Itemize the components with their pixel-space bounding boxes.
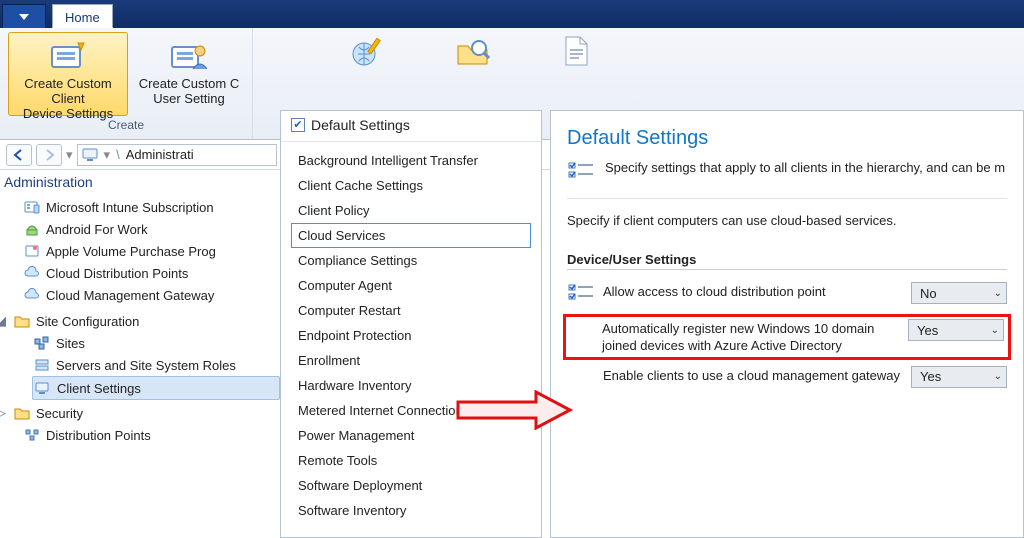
- ribbon-button-edit[interactable]: [337, 28, 401, 112]
- app-menu-button[interactable]: [2, 4, 46, 28]
- details-panel: Default Settings Specify settings that a…: [550, 110, 1024, 538]
- setting-dropdown[interactable]: No⌄: [911, 282, 1007, 304]
- settings-category-item[interactable]: Compliance Settings: [291, 248, 531, 273]
- tree-node[interactable]: Microsoft Intune Subscription: [22, 196, 280, 218]
- button-label: Create Custom Client Device Settings: [9, 77, 127, 122]
- setting-row: Allow access to cloud distribution point…: [567, 276, 1007, 314]
- cloud-icon: [24, 287, 40, 303]
- settings-category-item[interactable]: Remote Tools: [291, 448, 531, 473]
- tree-node[interactable]: Apple Volume Purchase Prog: [22, 240, 280, 262]
- tree-node-security[interactable]: ▷ Security: [8, 402, 280, 424]
- settings-category-item[interactable]: Client Cache Settings: [291, 173, 531, 198]
- setting-dropdown[interactable]: Yes⌄: [908, 319, 1004, 341]
- nav-back-button[interactable]: [6, 144, 32, 166]
- tree-node-site-configuration[interactable]: ◢ Site Configuration: [8, 310, 280, 332]
- ribbon-group-create: Create Custom Client Device Settings Cre…: [0, 28, 253, 139]
- settings-category-item[interactable]: Software Inventory: [291, 498, 531, 523]
- cloud-icon: [24, 265, 40, 281]
- address-bar[interactable]: ▾ \ Administrati: [77, 144, 277, 166]
- tree-node[interactable]: Servers and Site System Roles: [32, 354, 280, 376]
- servers-icon: [34, 357, 50, 373]
- settings-category-item[interactable]: Enrollment: [291, 348, 531, 373]
- settings-category-item[interactable]: Endpoint Protection: [291, 323, 531, 348]
- ribbon-button-search[interactable]: [441, 28, 505, 112]
- settings-category-item[interactable]: Software Deployment: [291, 473, 531, 498]
- settings-category-item[interactable]: Computer Restart: [291, 298, 531, 323]
- setting-row: Enable clients to use a cloud management…: [567, 360, 1007, 396]
- panel-title: Default Settings: [311, 117, 410, 133]
- tree-node[interactable]: Cloud Distribution Points: [22, 262, 280, 284]
- workspace-title: Administration: [4, 174, 93, 190]
- pencil-globe-icon: [349, 34, 389, 68]
- tree-node-distribution-points[interactable]: Distribution Points: [22, 424, 280, 446]
- ribbon-tab-home[interactable]: Home: [52, 4, 113, 28]
- client-icon: [35, 380, 51, 396]
- settings-category-item[interactable]: Cloud Services: [291, 223, 531, 248]
- ribbon-group-caption: Create: [108, 118, 144, 132]
- android-icon: [24, 221, 40, 237]
- checkbox-icon: [291, 118, 305, 132]
- folder-icon: [14, 405, 30, 421]
- sites-icon: [34, 335, 50, 351]
- details-subdesc: Specify if client computers can use clou…: [567, 213, 1007, 228]
- folder-icon: [14, 313, 30, 329]
- document-icon: [557, 34, 597, 68]
- checklist-icon: [567, 282, 595, 306]
- tree-node[interactable]: Client Settings: [32, 376, 280, 400]
- create-custom-client-user-settings-button[interactable]: Create Custom C User Setting: [134, 32, 244, 116]
- folder-search-icon: [453, 34, 493, 68]
- callout-arrow-icon: [456, 390, 574, 430]
- setting-label: Automatically register new Windows 10 do…: [602, 319, 900, 355]
- settings-category-item[interactable]: Background Intelligent Transfer: [291, 148, 531, 173]
- settings-category-item[interactable]: Client Policy: [291, 198, 531, 223]
- monitor-icon: [82, 147, 98, 163]
- tree-node[interactable]: Sites: [32, 332, 280, 354]
- device-settings-icon: [46, 39, 90, 73]
- distribution-icon: [24, 427, 40, 443]
- settings-category-panel: Default Settings Background Intelligent …: [280, 110, 542, 538]
- section-label: Device/User Settings: [567, 252, 1007, 270]
- setting-label: Allow access to cloud distribution point: [603, 282, 903, 301]
- ribbon-button-doc[interactable]: [545, 28, 609, 112]
- tree-node[interactable]: Android For Work: [22, 218, 280, 240]
- button-label: Create Custom C User Setting: [139, 77, 239, 107]
- tree-node[interactable]: Cloud Management Gateway: [22, 284, 280, 306]
- create-custom-client-device-settings-button[interactable]: Create Custom Client Device Settings: [8, 32, 128, 116]
- setting-label: Enable clients to use a cloud management…: [603, 366, 903, 385]
- details-title: Default Settings: [567, 127, 1007, 150]
- user-settings-icon: [167, 39, 211, 73]
- apple-icon: [24, 243, 40, 259]
- address-text: Administrati: [126, 147, 194, 162]
- setting-dropdown[interactable]: Yes⌄: [911, 366, 1007, 388]
- nav-forward-button[interactable]: [36, 144, 62, 166]
- settings-category-item[interactable]: Computer Agent: [291, 273, 531, 298]
- intune-icon: [24, 199, 40, 215]
- setting-row: Automatically register new Windows 10 do…: [563, 314, 1011, 360]
- nav-tree: Microsoft Intune SubscriptionAndroid For…: [4, 196, 280, 446]
- details-head-text: Specify settings that apply to all clien…: [605, 160, 1005, 175]
- checklist-icon: [567, 160, 595, 184]
